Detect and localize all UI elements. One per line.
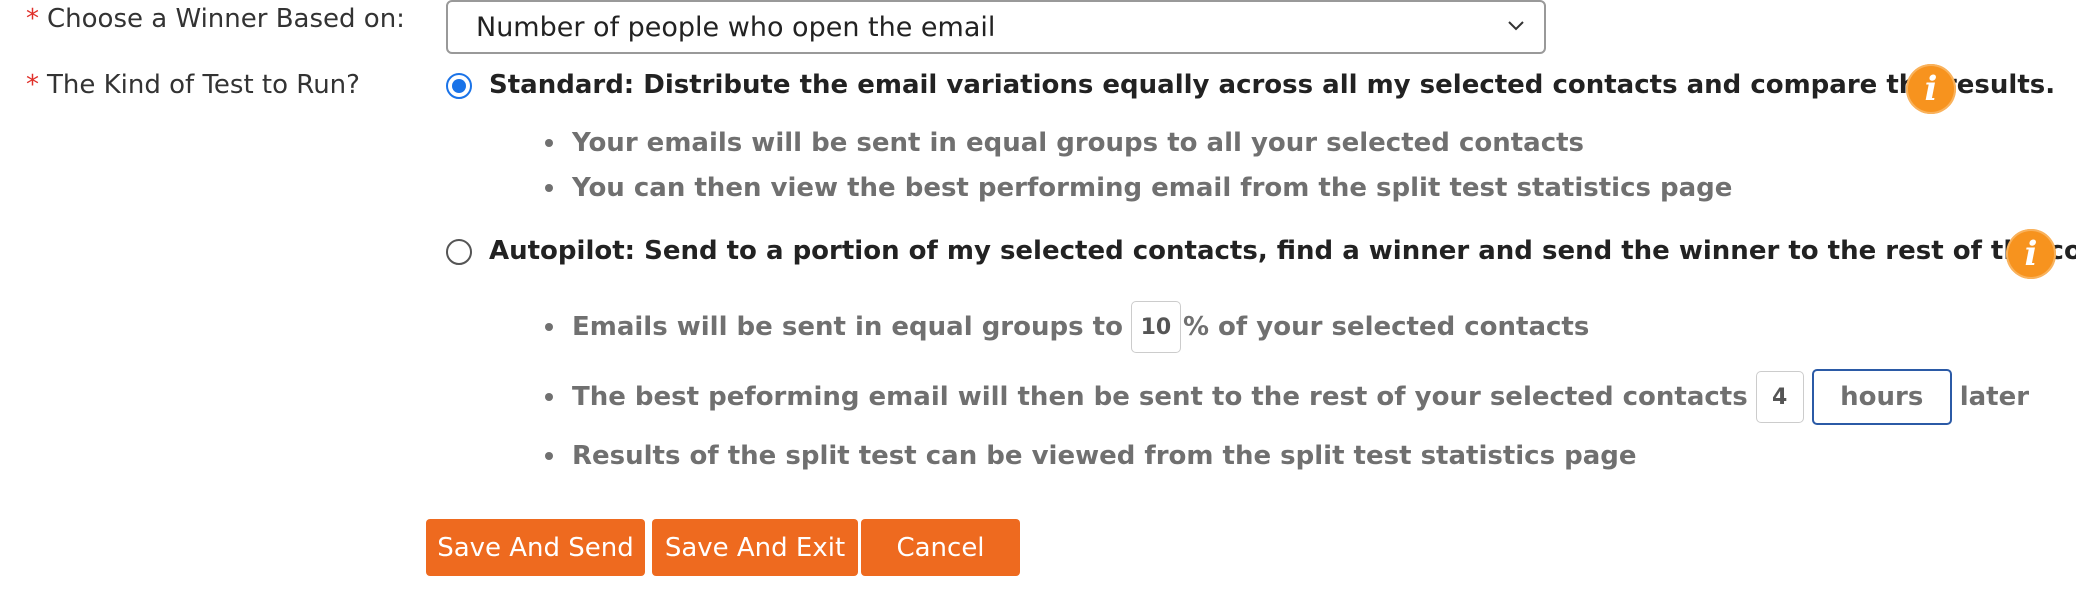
list-item: Emails will be sent in equal groups to 1…: [545, 299, 1589, 355]
delay-amount-input[interactable]: 4: [1755, 371, 1804, 423]
info-icon[interactable]: i: [1906, 64, 1956, 114]
delay-unit-select[interactable]: hours: [1811, 369, 1952, 425]
test-kind-label: * The Kind of Test to Run?: [26, 70, 360, 100]
autopilot-results-text: Results of the split test can be viewed …: [572, 441, 1637, 471]
cancel-button[interactable]: Cancel: [861, 519, 1020, 576]
autopilot-percent-suffix: % of your selected contacts: [1182, 312, 1590, 342]
bullet-dot: [545, 139, 553, 147]
autopilot-option-title[interactable]: Autopilot: Send to a portion of my selec…: [489, 236, 2076, 266]
save-and-send-button[interactable]: Save And Send: [426, 519, 645, 576]
required-asterisk: *: [26, 4, 39, 34]
winner-criteria-selected-value: Number of people who open the email: [476, 11, 996, 43]
bullet-dot: [545, 184, 553, 192]
test-kind-label-text: The Kind of Test to Run?: [47, 70, 360, 100]
list-item: Your emails will be sent in equal groups…: [545, 128, 1584, 158]
required-asterisk: *: [26, 70, 39, 100]
info-icon[interactable]: i: [2006, 229, 2056, 279]
save-and-exit-button[interactable]: Save And Exit: [652, 519, 858, 576]
bullet-dot: [545, 393, 553, 401]
standard-option-title[interactable]: Standard: Distribute the email variation…: [489, 70, 2055, 100]
bullet-dot: [545, 452, 553, 460]
list-item: You can then view the best performing em…: [545, 173, 1732, 203]
chevron-down-icon: [1508, 21, 1524, 31]
winner-criteria-select[interactable]: Number of people who open the email: [446, 0, 1546, 54]
standard-bullet-text: Your emails will be sent in equal groups…: [572, 128, 1585, 158]
winner-criteria-label-text: Choose a Winner Based on:: [47, 4, 405, 34]
bullet-dot: [545, 323, 553, 331]
standard-radio[interactable]: [446, 73, 472, 99]
list-item: Results of the split test can be viewed …: [545, 441, 1637, 471]
autopilot-radio[interactable]: [446, 239, 472, 265]
standard-bullet-text: You can then view the best performing em…: [572, 173, 1733, 203]
percent-input[interactable]: 10: [1130, 301, 1181, 353]
winner-criteria-label: * Choose a Winner Based on:: [26, 4, 405, 34]
autopilot-percent-prefix: Emails will be sent in equal groups to: [572, 312, 1123, 342]
autopilot-delay-prefix: The best peforming email will then be se…: [572, 382, 1748, 412]
autopilot-delay-suffix: later: [1959, 382, 2030, 412]
list-item: The best peforming email will then be se…: [545, 369, 2029, 425]
